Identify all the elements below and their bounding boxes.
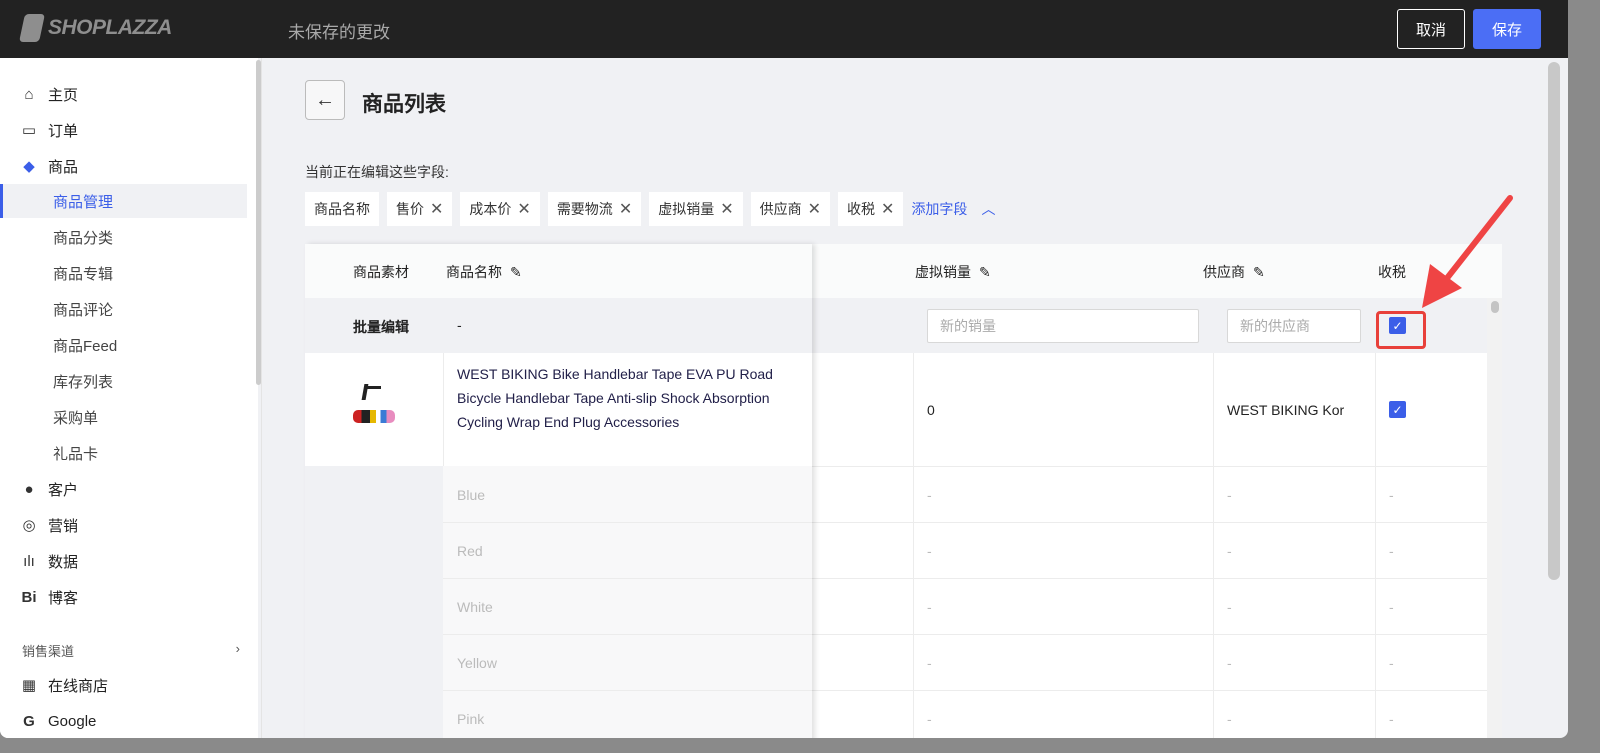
product-name[interactable]: WEST BIKING Bike Handlebar Tape EVA PU R… xyxy=(457,362,797,434)
field-chip: 收税 ✕ xyxy=(838,192,904,226)
unsaved-status: 未保存的更改 xyxy=(288,23,390,42)
save-button[interactable]: 保存 xyxy=(1473,9,1541,49)
inbox-icon: ▭ xyxy=(21,122,37,139)
header-tax: 收税 xyxy=(1378,264,1406,280)
highlight-box xyxy=(1376,311,1426,349)
product-tax-checkbox[interactable]: ✓ xyxy=(1389,401,1406,418)
app-window: SHOPLAZZA 未保存的更改 取消 保存 ⌂ 主页 ▭ 订单 ◆ 商品 商品管理 … xyxy=(0,0,1568,738)
sidebar-sub-purchase[interactable]: 采购单 xyxy=(0,400,247,434)
product-supplier[interactable]: WEST BIKING Kor xyxy=(1227,402,1355,418)
sidebar-sub-reviews[interactable]: 商品评论 xyxy=(0,292,247,326)
sidebar-sub-inventory[interactable]: 库存列表 xyxy=(0,364,247,398)
variant-name: Yellow xyxy=(457,655,497,671)
product-thumbnail[interactable] xyxy=(353,384,397,426)
sidebar-item-customers[interactable]: ● 客户 xyxy=(0,472,247,506)
add-field-button[interactable]: 添加字段 ︿ xyxy=(911,199,995,219)
sidebar-item-google[interactable]: G Google xyxy=(0,704,247,738)
batch-edit-label: 批量编辑 xyxy=(353,319,409,335)
sidebar-sub-categories[interactable]: 商品分类 xyxy=(0,220,247,254)
table-scrollbar[interactable] xyxy=(1487,298,1502,738)
close-icon[interactable]: ✕ xyxy=(619,199,632,219)
close-icon[interactable]: ✕ xyxy=(808,199,821,219)
google-icon: G xyxy=(23,712,35,730)
field-chip: 虚拟销量 ✕ xyxy=(649,192,743,226)
chart-icon: ılı xyxy=(23,552,35,570)
cancel-button[interactable]: 取消 xyxy=(1397,9,1465,49)
header-supplier[interactable]: 供应商 ✎ xyxy=(1203,262,1265,282)
sidebar-sub-feed[interactable]: 商品Feed xyxy=(0,328,247,362)
marketing-icon: ◎ xyxy=(22,517,36,534)
sidebar-item-marketing[interactable]: ◎ 营销 xyxy=(0,508,247,542)
page-title: 商品列表 xyxy=(362,93,446,116)
batch-sales-input[interactable] xyxy=(927,309,1199,343)
variant-name: Red xyxy=(457,543,483,559)
blog-icon: Bi xyxy=(21,588,37,606)
back-button[interactable]: ← xyxy=(305,80,345,120)
sidebar-item-products[interactable]: ◆ 商品 xyxy=(0,149,247,183)
sales-channels-header[interactable]: 销售渠道 › xyxy=(22,641,240,660)
field-chip: 供应商 ✕ xyxy=(750,192,831,226)
tag-icon: ◆ xyxy=(23,158,35,175)
top-bar: SHOPLAZZA 未保存的更改 取消 保存 xyxy=(0,0,1568,58)
shoplazza-logo: SHOPLAZZA xyxy=(19,14,172,42)
header-media: 商品素材 xyxy=(353,264,409,280)
close-icon[interactable]: ✕ xyxy=(881,199,894,219)
batch-supplier-input[interactable] xyxy=(1227,309,1361,343)
edit-icon[interactable]: ✎ xyxy=(1253,264,1265,281)
field-chips: 商品名称 售价 ✕ 成本价 ✕ 需要物流 ✕ 虚拟销量 ✕ 供应商 ✕ 收税 ✕ 添加字段 ︿ xyxy=(305,192,995,226)
home-icon: ⌂ xyxy=(24,85,34,103)
batch-name-value: - xyxy=(457,317,462,333)
product-table: 虚拟销量✎ 供应商✎ 收税 ✓ 0 WEST BIKING Kor ✓ --- … xyxy=(305,244,1502,738)
sidebar-item-online-store[interactable]: ▦ 在线商店 xyxy=(0,668,247,702)
edit-icon[interactable]: ✎ xyxy=(510,264,522,281)
sidebar-sub-giftcard[interactable]: 礼品卡 xyxy=(0,436,247,470)
user-icon: ● xyxy=(24,480,34,498)
store-icon: ▦ xyxy=(21,677,37,694)
editing-fields-label: 当前正在编辑这些字段: xyxy=(305,164,449,180)
header-name[interactable]: 商品名称 ✎ xyxy=(446,262,522,282)
header-virtual-sales[interactable]: 虚拟销量 ✎ xyxy=(915,262,991,282)
variant-name: Pink xyxy=(457,711,485,727)
product-virtual-sales[interactable]: 0 xyxy=(927,402,935,418)
field-chip: 售价 ✕ xyxy=(387,192,453,226)
chevron-up-icon: ︿ xyxy=(981,201,996,217)
variant-name: Blue xyxy=(457,487,486,503)
close-icon[interactable]: ✕ xyxy=(430,199,443,219)
chevron-right-icon: › xyxy=(235,641,240,656)
sidebar-item-blog[interactable]: Bi 博客 xyxy=(0,580,247,614)
frozen-columns: 商品素材 商品名称 ✎ 批量编辑 - WEST BIKING Bike Handl… xyxy=(305,244,812,738)
sidebar-item-orders[interactable]: ▭ 订单 xyxy=(0,113,247,147)
sidebar-sub-product-management[interactable]: 商品管理 xyxy=(0,184,247,218)
close-icon[interactable]: ✕ xyxy=(720,199,733,219)
sidebar-sub-collections[interactable]: 商品专辑 xyxy=(0,256,247,290)
variant-name: White xyxy=(457,599,493,615)
edit-icon[interactable]: ✎ xyxy=(979,264,991,281)
field-chip: 商品名称 xyxy=(305,192,379,226)
sidebar-item-analytics[interactable]: ılı 数据 xyxy=(0,544,247,578)
page-scrollbar[interactable] xyxy=(1548,62,1560,580)
field-chip: 需要物流 ✕ xyxy=(547,192,642,226)
field-chip: 成本价 ✕ xyxy=(460,192,540,226)
sidebar: ⌂ 主页 ▭ 订单 ◆ 商品 商品管理 商品分类 商品专辑 商品评论 商品Feed 库… xyxy=(0,58,258,738)
sidebar-item-home[interactable]: ⌂ 主页 xyxy=(0,77,247,111)
red-arrow-annotation xyxy=(1422,195,1513,308)
arrow-left-icon: ← xyxy=(315,88,335,111)
close-icon[interactable]: ✕ xyxy=(517,199,530,219)
